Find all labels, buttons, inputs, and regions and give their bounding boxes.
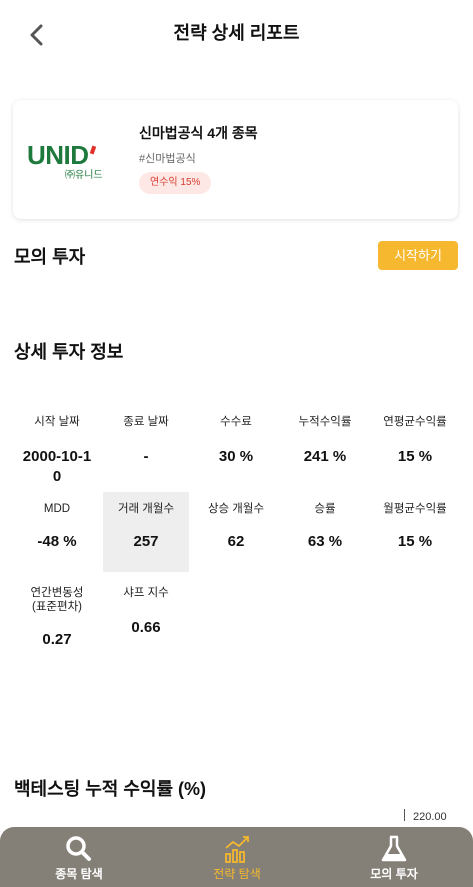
info-cell-win-rate: 승률 63 % bbox=[307, 503, 343, 550]
info-cell-volatility: 연간변동성 (표준편차) 0.27 bbox=[30, 587, 84, 648]
mock-invest-title: 모의 투자 bbox=[14, 247, 86, 267]
nav-item-strategy-search[interactable]: 전략 탐색 bbox=[158, 827, 316, 887]
info-cell-trade-months: 거래 개월수 257 bbox=[103, 492, 189, 572]
info-cell-end-date: 종료 날짜 - bbox=[123, 416, 169, 465]
header: 전략 상세 리포트 bbox=[0, 0, 473, 66]
page-title: 전략 상세 리포트 bbox=[173, 23, 300, 43]
info-cell-annual-avg-return: 연평균수익률 15 % bbox=[383, 416, 447, 465]
strategy-card[interactable]: UNID ㈜유니드 신마법공식 4개 종목 #신마법공식 연수익 15% bbox=[13, 100, 458, 219]
svg-text:㈜유니드: ㈜유니드 bbox=[65, 168, 103, 180]
y-axis-tick bbox=[404, 809, 405, 821]
info-cell-sharpe-ratio: 샤프 지수 0.66 bbox=[123, 587, 169, 636]
svg-text:UNID: UNID bbox=[27, 140, 89, 170]
info-cell-up-months: 상승 개월수 62 bbox=[207, 503, 265, 550]
info-cell-start-date: 시작 날짜 2000-10-10 bbox=[22, 416, 92, 485]
nav-item-mock-invest[interactable]: 모의 투자 bbox=[315, 827, 473, 887]
search-icon bbox=[66, 836, 91, 861]
flask-icon bbox=[381, 835, 407, 862]
strategy-name: 신마법공식 4개 종목 bbox=[139, 125, 258, 141]
info-cell-fee: 수수료 30 % bbox=[218, 416, 254, 465]
backtest-title: 백테스팅 누적 수익률 (%) bbox=[14, 779, 207, 799]
y-axis-top-label: 220.00 bbox=[413, 811, 447, 823]
bottom-nav: 종목 탐색 전략 탐색 모의 투자 bbox=[0, 827, 473, 887]
info-cell-monthly-avg-return: 월평균수익률 15 % bbox=[383, 503, 447, 550]
company-logo: UNID ㈜유니드 bbox=[27, 140, 111, 181]
start-button[interactable]: 시작하기 bbox=[378, 241, 458, 270]
nav-item-stock-search[interactable]: 종목 탐색 bbox=[0, 827, 158, 887]
annual-return-badge: 연수익 15% bbox=[139, 172, 212, 194]
invest-info-title: 상세 투자 정보 bbox=[14, 342, 124, 362]
chart-icon bbox=[225, 836, 249, 863]
strategy-tag: #신마법공식 bbox=[139, 153, 196, 165]
info-cell-mdd: MDD -48 % bbox=[37, 503, 77, 550]
info-cell-cumulative-return: 누적수익률 241 % bbox=[298, 416, 352, 465]
